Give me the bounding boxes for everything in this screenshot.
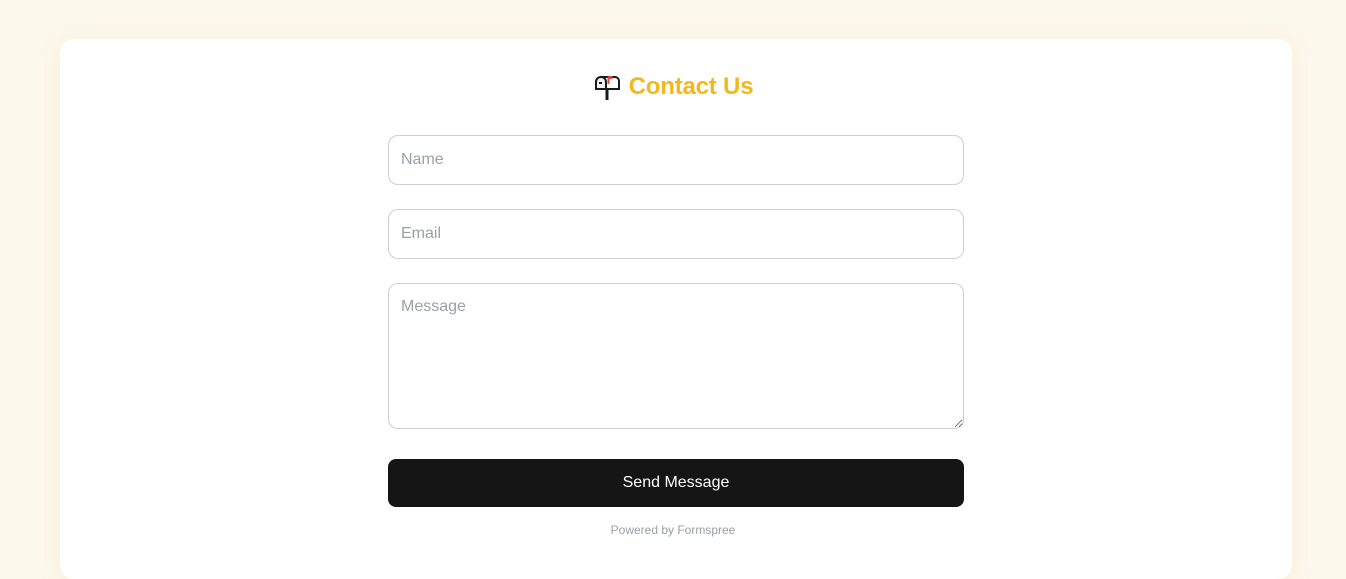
mailbox-icon	[593, 73, 621, 101]
message-field[interactable]	[388, 283, 964, 429]
email-field[interactable]	[388, 209, 964, 259]
send-message-button[interactable]: Send Message	[388, 459, 964, 507]
page-header: Contact Us	[0, 70, 1346, 104]
page-title: Contact Us	[628, 73, 754, 100]
name-field[interactable]	[388, 135, 964, 185]
powered-by-text: Powered by Formspree	[610, 523, 736, 537]
